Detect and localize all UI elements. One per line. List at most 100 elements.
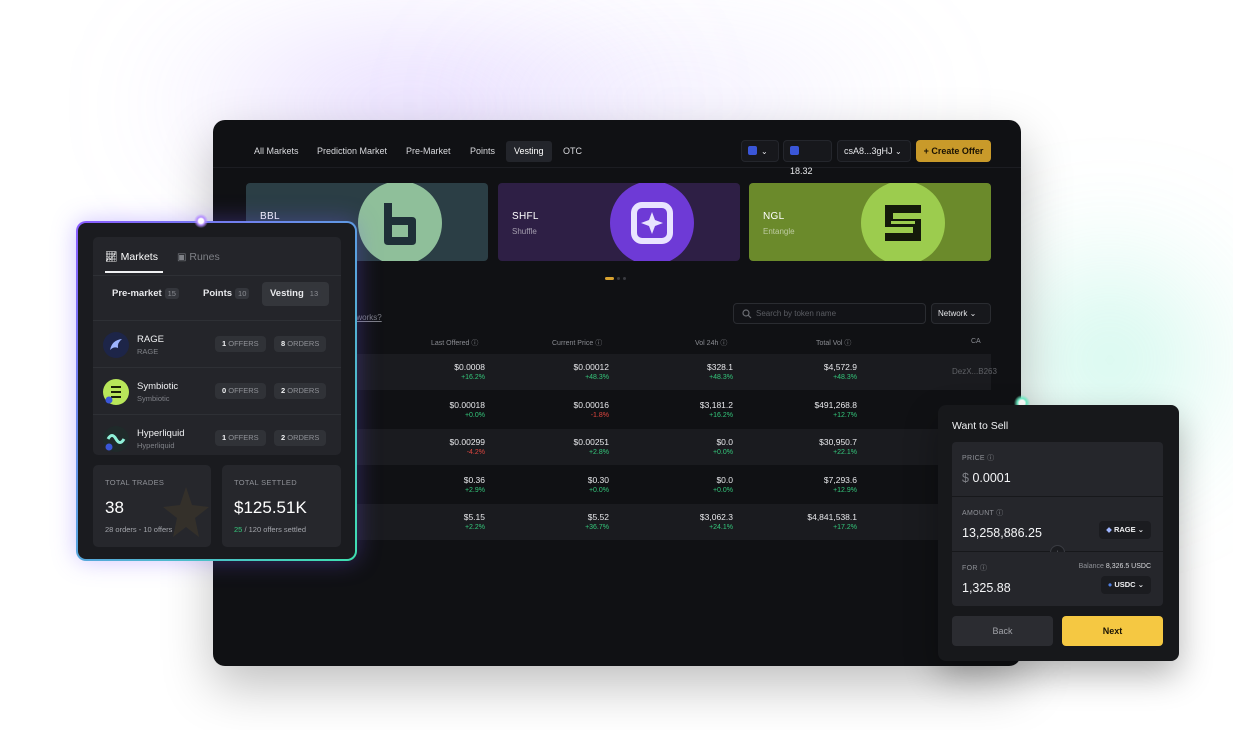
cell-value: $0.00012	[573, 362, 609, 372]
next-button[interactable]: Next	[1062, 616, 1163, 646]
create-offer-label: Create Offer	[931, 146, 984, 156]
list-item-rage[interactable]: RAGE RAGE 1 OFFERS 8 ORDERS	[93, 320, 341, 367]
cell-value: $0.00018	[449, 399, 485, 410]
for-label: FOR	[962, 565, 978, 572]
sub-tab-vesting[interactable]: Vesting 13	[262, 282, 330, 306]
tab-underline	[105, 271, 163, 273]
token-name: RAGE	[137, 334, 164, 345]
price-field[interactable]: PRICE ⓘ $ 0.0001	[952, 442, 1163, 496]
tab-label: Markets	[120, 251, 158, 263]
cell-change: +12.9%	[833, 486, 857, 494]
entangle-logo-icon	[861, 183, 945, 261]
network-filter[interactable]: Network ⌄	[931, 303, 991, 324]
orders-label: ORDERS	[287, 433, 320, 442]
wallet-button[interactable]: csA8...3gHJ ⌄	[837, 140, 911, 162]
amount-input[interactable]: 13,258,886.25	[962, 526, 1042, 540]
table-row[interactable]: $5.15 +2.2% $5.52 +36.7% $3,062.3 +24.1% $4,84…	[350, 504, 991, 540]
tab-pre-market[interactable]: Pre-Market	[398, 141, 459, 162]
glow-dot	[194, 214, 208, 228]
cell-change: +12.7%	[833, 411, 857, 419]
list-item-symbiotic[interactable]: Symbiotic Symbiotic 0 OFFERS 2 ORDERS	[93, 367, 341, 414]
currency-symbol: $	[962, 471, 969, 485]
banner-shfl[interactable]: SHFL Shuffle	[498, 183, 740, 261]
tab-runes[interactable]: ▣ Runes	[177, 251, 220, 263]
cell-change: +0.0%	[712, 486, 733, 494]
cell-value: $491,268.8	[814, 399, 857, 410]
settled-sub: / 120 offers settled	[244, 525, 307, 534]
sub-tab-points[interactable]: Points 10	[195, 282, 257, 306]
stat-value: $125.51K	[234, 498, 307, 517]
total-trades-card: TOTAL TRADES 38 28 orders - 10 offers	[93, 465, 211, 547]
orders-count: 2	[281, 433, 286, 442]
search-icon	[742, 309, 752, 319]
network-label: Network	[938, 309, 968, 318]
field-label: FOR ⓘ	[962, 563, 987, 573]
token-icon	[790, 146, 799, 156]
stat-label: TOTAL SETTLED	[234, 478, 297, 487]
table-cell: $4,572.9 +48.3%	[824, 362, 857, 381]
list-item-hyperliquid[interactable]: Hyperliquid Hyperliquid 1 OFFERS 2 ORDER…	[93, 414, 341, 461]
cell-change: -1.8%	[590, 411, 609, 419]
cell-value: $3,181.2	[699, 399, 733, 410]
tab-prediction-market[interactable]: Prediction Market	[309, 141, 395, 162]
cell-value: $0.00016	[573, 399, 609, 410]
amount-label: AMOUNT	[962, 510, 995, 517]
col-header-total-vol: Total Vol ⓘ	[816, 338, 851, 348]
banner-ngl[interactable]: NGL Entangle	[749, 183, 991, 261]
header-label: Vol 24h	[695, 340, 719, 347]
amount-field[interactable]: AMOUNT ⓘ 13,258,886.25 ◆ RAGE ⌄	[952, 497, 1163, 551]
table-cell: $30,950.7 +22.1%	[819, 437, 857, 456]
table-row[interactable]: $0.00299 -4.2% $0.00251 +2.8% $0.0 +0.0% $30,9…	[350, 429, 991, 465]
plus-icon: +	[923, 146, 929, 156]
banner-name: Entangle	[763, 227, 795, 236]
chart-icon: 📈︎	[105, 252, 118, 263]
cell-value: $0.0	[716, 437, 733, 447]
table-row[interactable]: $0.36 +2.9% $0.30 +0.0% $0.0 +0.0% $7,293.6 +12…	[350, 467, 991, 503]
cell-change: +2.8%	[588, 449, 609, 456]
chain-icon	[748, 146, 757, 156]
table-row[interactable]: $0.0008 +16.2% $0.00012 +48.3% $328.1 +48.3% $…	[350, 354, 997, 390]
banner-symbol: SHFL	[512, 211, 539, 222]
chain-selector[interactable]: ⌄	[741, 140, 779, 162]
orders-badge: 8 ORDERS	[274, 336, 327, 352]
balance-label: Balance	[1078, 563, 1104, 570]
stat-value: 38	[105, 498, 124, 517]
contract-address[interactable]: DezX...B263	[952, 367, 997, 376]
for-token-select[interactable]: ● USDC ⌄	[1100, 576, 1151, 594]
amount-token-select[interactable]: ◆ RAGE ⌄	[1099, 521, 1151, 539]
search-input[interactable]: Search by token name	[733, 303, 926, 324]
settled-count: 25	[234, 525, 243, 534]
back-button[interactable]: Back	[952, 616, 1053, 646]
cell-value: $0.0	[716, 474, 733, 485]
carousel-dots[interactable]	[605, 270, 629, 288]
sub-tab-pre-market[interactable]: Pre-market 15	[104, 282, 187, 306]
price-input[interactable]: $ 0.0001	[962, 471, 1011, 485]
for-input[interactable]: 1,325.88	[962, 581, 1011, 595]
total-settled-card: TOTAL SETTLED $125.51K 25 / 120 offers s…	[222, 465, 341, 547]
sub-tab-label: Points	[203, 288, 233, 299]
tab-label: Runes	[189, 251, 220, 263]
markets-card: 📈︎ Markets ▣ Runes Pre-market 15 Points 10…	[76, 221, 357, 561]
cell-value: $328.1	[707, 362, 733, 372]
col-header-current-price: Current Price ⓘ	[552, 338, 602, 348]
markets-panel: 📈︎ Markets ▣ Runes Pre-market 15 Points 10…	[93, 237, 341, 455]
tab-vesting[interactable]: Vesting	[506, 141, 552, 162]
table-cell: $0.00251 +2.8%	[574, 437, 609, 456]
header-label: Total Vol	[816, 340, 843, 347]
tab-points[interactable]: Points	[462, 141, 503, 162]
table-cell: $0.30 +0.0%	[588, 475, 609, 494]
tab-otc[interactable]: OTC	[555, 141, 590, 162]
cell-change: +2.2%	[464, 524, 485, 531]
cell-value: $0.36	[463, 474, 485, 485]
tab-all-markets[interactable]: All Markets	[246, 141, 307, 162]
balance-pill: 18.32	[783, 140, 832, 176]
for-field[interactable]: FOR ⓘ Balance 8,326.5 USDC 1,325.88 ● US…	[952, 552, 1163, 606]
symbiotic-token-icon	[103, 379, 129, 405]
cell-value: $0.30	[587, 474, 609, 485]
offers-label: OFFERS	[228, 339, 259, 348]
tab-markets[interactable]: 📈︎ Markets	[105, 251, 158, 263]
offers-count: 1	[222, 433, 227, 442]
offers-badge: 0 OFFERS	[215, 383, 266, 399]
create-offer-button[interactable]: + Create Offer	[916, 140, 991, 162]
table-row[interactable]: $0.00018 +0.0% $0.00016 -1.8% $3,181.2 +16.2%…	[350, 392, 991, 428]
